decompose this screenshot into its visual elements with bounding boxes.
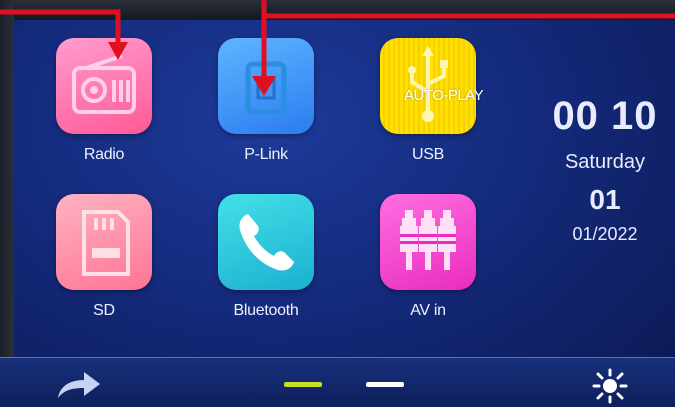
app-label: SD [93,302,115,319]
app-av-in[interactable]: AV in [358,194,498,320]
app-p-link[interactable]: P-Link [196,38,336,164]
brightness-icon[interactable] [592,368,628,407]
bottom-bar [0,357,675,407]
page-indicator-inactive[interactable] [366,382,404,387]
app-label: P-Link [244,146,288,163]
radio-icon [56,38,152,134]
forward-arrow-icon[interactable] [54,370,102,405]
head-unit-screen: Radio P-Link USB AUTO-PLAY SD Bluetooth … [0,0,675,407]
sd-card-icon [56,194,152,290]
left-bezel [0,0,14,407]
phone-link-icon [218,38,314,134]
app-sd[interactable]: SD [34,194,174,320]
app-bluetooth[interactable]: Bluetooth [196,194,336,320]
auto-play-overlay: AUTO-PLAY [404,87,484,104]
clock-widget: 00 10 Saturday 01 01/2022 [540,94,670,245]
app-label: AV in [410,302,446,319]
app-label: Radio [83,146,125,163]
app-label: USB [412,146,444,163]
clock-date-number: 01 [589,184,621,215]
usb-icon [380,38,476,134]
app-radio[interactable]: Radio [34,38,174,164]
av-connector-icon [380,194,476,290]
phone-icon [218,194,314,290]
clock-day: Saturday [564,151,646,173]
clock-time: 00 10 [552,94,658,138]
top-bezel [0,0,675,20]
clock-date: 01/2022 [572,224,638,244]
app-label: Bluetooth [233,302,299,319]
page-indicator-active[interactable] [284,382,322,387]
